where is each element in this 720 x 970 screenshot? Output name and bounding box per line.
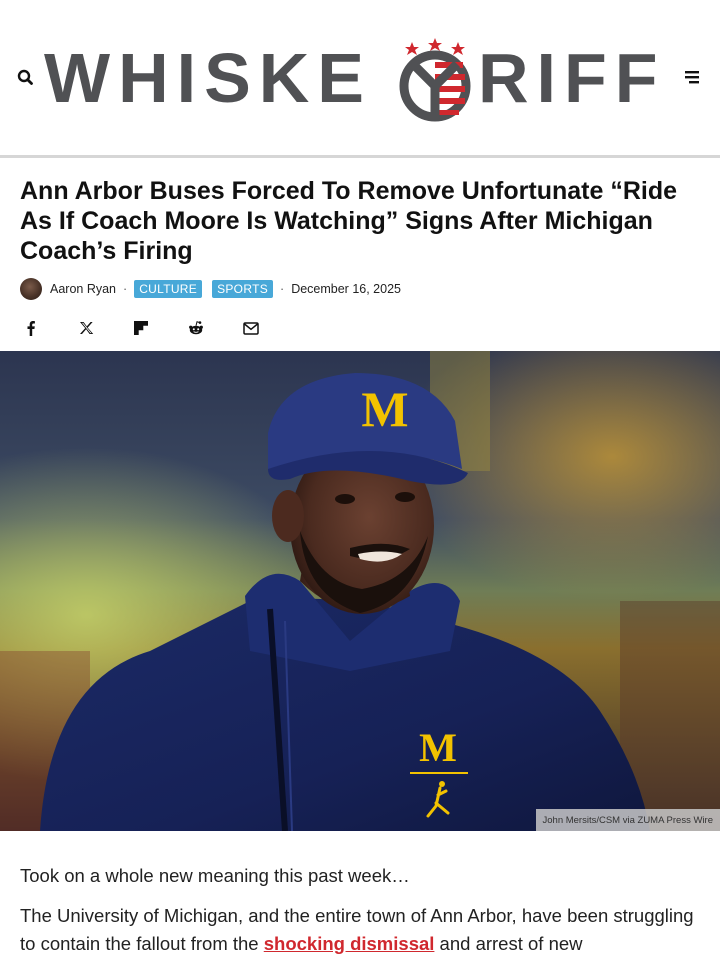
article-meta: Aaron Ryan · CULTURE SPORTS · December 1…: [20, 277, 401, 301]
site-logo[interactable]: WHISKE RIFF: [40, 22, 680, 126]
article-body: Took on a whole new meaning this past we…: [20, 862, 700, 970]
flipboard-icon[interactable]: [130, 317, 152, 339]
paragraph-2-text-continued: and arrest of new: [434, 933, 582, 954]
x-icon[interactable]: [75, 317, 97, 339]
category-culture[interactable]: CULTURE: [134, 280, 202, 298]
author-link[interactable]: Aaron Ryan: [50, 282, 116, 296]
article-title: Ann Arbor Buses Forced To Remove Unfortu…: [20, 176, 700, 266]
logo-y-emblem: [404, 38, 466, 117]
shirt-logo: M: [419, 725, 457, 770]
photo-credit: John Mersits/CSM via ZUMA Press Wire: [536, 809, 720, 831]
logo-text-right: RIFF: [478, 39, 666, 117]
hamburger-menu-icon[interactable]: [680, 64, 706, 90]
email-icon[interactable]: [240, 317, 262, 339]
reddit-icon[interactable]: [185, 317, 207, 339]
hero-image[interactable]: M M John Mersits/CSM via ZUMA Press Wire: [0, 351, 720, 831]
header-divider: [0, 155, 720, 158]
facebook-icon[interactable]: [20, 317, 42, 339]
site-header: WHISKE RIFF: [0, 0, 720, 155]
hero-photo: M M: [0, 351, 720, 831]
meta-separator: ·: [123, 282, 127, 296]
meta-separator: ·: [280, 282, 284, 296]
author-avatar[interactable]: [20, 278, 42, 300]
search-icon[interactable]: [14, 66, 38, 90]
category-sports[interactable]: SPORTS: [212, 280, 273, 298]
inline-link-shocking-dismissal[interactable]: shocking dismissal: [264, 933, 435, 954]
share-bar: [20, 316, 295, 340]
paragraph-2: The University of Michigan, and the enti…: [20, 902, 700, 958]
logo-text-left: WHISKE: [44, 39, 372, 117]
cap-logo: M: [361, 381, 408, 437]
paragraph-1: Took on a whole new meaning this past we…: [20, 862, 700, 890]
publish-date: December 16, 2025: [291, 282, 401, 296]
